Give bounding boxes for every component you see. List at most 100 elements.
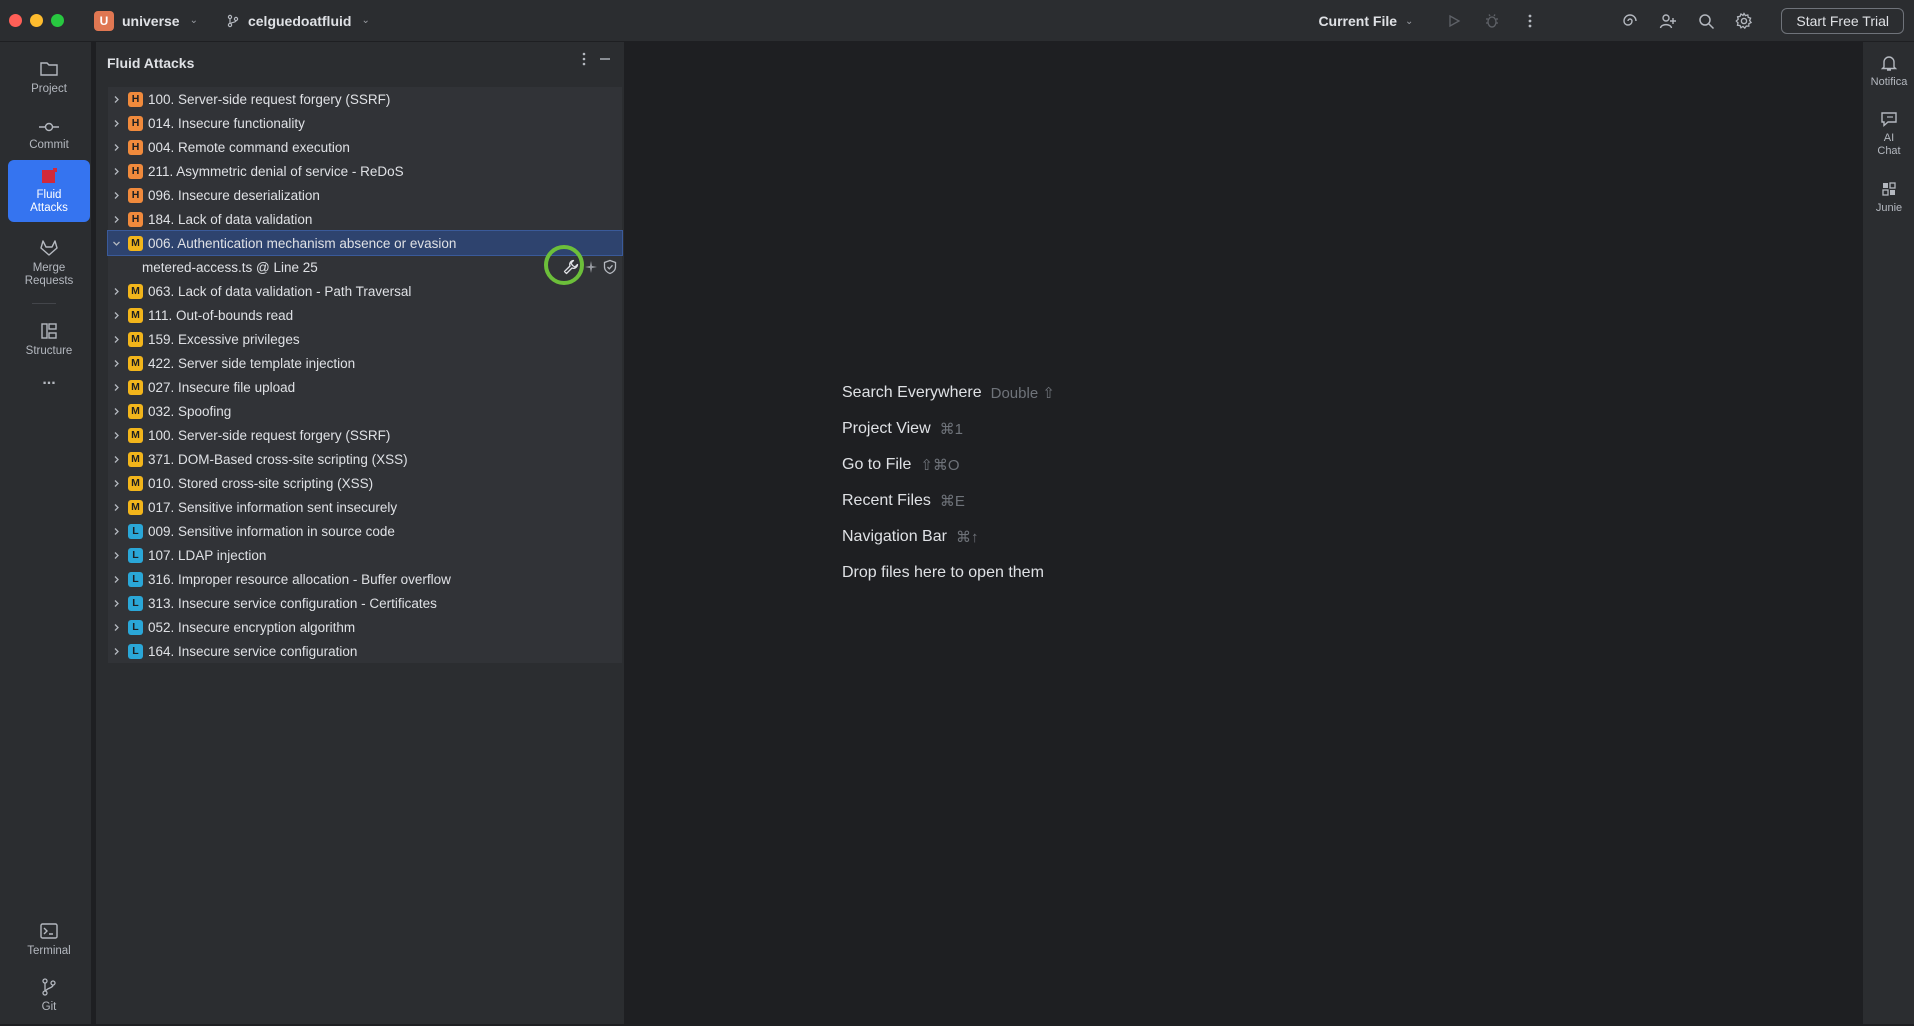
tree-row[interactable]: L 164. Insecure service configuration <box>108 639 622 663</box>
severity-badge: L <box>128 595 143 611</box>
chevron-right-icon[interactable] <box>110 119 122 128</box>
ai-spiral-icon[interactable] <box>1619 10 1641 32</box>
tree-row[interactable]: M 159. Excessive privileges <box>108 327 622 351</box>
severity-badge: M <box>128 403 143 419</box>
tree-row[interactable]: H 014. Insecure functionality <box>108 111 622 135</box>
run-icon[interactable] <box>1443 10 1465 32</box>
start-free-trial-button[interactable]: Start Free Trial <box>1781 8 1904 34</box>
project-tool-button[interactable]: Project <box>8 48 90 108</box>
tree-row[interactable]: H 004. Remote command execution <box>108 135 622 159</box>
tree-row[interactable]: H 184. Lack of data validation <box>108 207 622 231</box>
severity-badge: M <box>128 475 143 491</box>
add-user-icon[interactable] <box>1657 10 1679 32</box>
tree-row[interactable]: M 006. Authentication mechanism absence o… <box>107 230 623 256</box>
terminal-tool-button[interactable]: Terminal <box>8 910 90 970</box>
chevron-right-icon[interactable] <box>110 191 122 200</box>
chevron-right-icon[interactable] <box>110 455 122 464</box>
file-location-label: metered-access.ts @ Line 25 <box>142 259 318 275</box>
chevron-down-icon: ⌄ <box>1405 15 1414 27</box>
chevron-right-icon[interactable] <box>110 143 122 152</box>
structure-tool-button[interactable]: Structure <box>8 310 90 370</box>
merge-requests-tool-button[interactable]: Merge Requests <box>8 232 90 294</box>
severity-badge: M <box>128 283 143 299</box>
severity-badge: H <box>128 211 143 227</box>
severity-badge: M <box>128 331 143 347</box>
chevron-right-icon[interactable] <box>110 575 122 584</box>
chevron-right-icon[interactable] <box>110 311 122 320</box>
vulnerability-label: 422. Server side template injection <box>148 355 356 371</box>
notifications-tool-button[interactable]: Notifica <box>1863 54 1914 89</box>
editor-hint: Go to File ⇧⌘O <box>842 447 1055 483</box>
project-name: universe <box>122 12 180 29</box>
chevron-right-icon[interactable] <box>110 431 122 440</box>
run-configuration-selector[interactable]: Current File ⌄ <box>1318 13 1413 29</box>
close-window-button[interactable] <box>9 14 22 27</box>
minimize-window-button[interactable] <box>30 14 43 27</box>
tree-row[interactable]: L 316. Improper resource allocation - Buf… <box>108 567 622 591</box>
more-vertical-icon[interactable] <box>1519 10 1541 32</box>
ai-chat-tool-button[interactable]: AI Chat <box>1863 110 1914 158</box>
tree-row[interactable]: M 111. Out-of-bounds read <box>108 303 622 327</box>
more-tools-button[interactable]: ... <box>8 364 90 394</box>
chevron-down-icon: ⌄ <box>361 15 370 26</box>
editor-hint: Recent Files ⌘E <box>842 483 1055 519</box>
debug-icon[interactable] <box>1481 10 1503 32</box>
chevron-right-icon[interactable] <box>110 215 122 224</box>
shield-icon[interactable] <box>602 259 618 275</box>
gear-icon[interactable] <box>1733 10 1755 32</box>
vulnerability-label: 017. Sensitive information sent insecure… <box>148 499 398 515</box>
chevron-right-icon[interactable] <box>110 551 122 560</box>
fluid-attacks-panel: Fluid Attacks H 100. Server-side request … <box>96 42 625 1024</box>
tree-row[interactable]: H 096. Insecure deserialization <box>108 183 622 207</box>
tree-row[interactable]: L 009. Sensitive information in source co… <box>108 519 622 543</box>
tree-row[interactable]: H 211. Asymmetric denial of service - ReD… <box>108 159 622 183</box>
chevron-right-icon[interactable] <box>110 623 122 632</box>
chevron-right-icon[interactable] <box>110 479 122 488</box>
project-tool-label: Project <box>31 83 67 95</box>
tree-row[interactable]: M 027. Insecure file upload <box>108 375 622 399</box>
tree-row[interactable]: M 371. DOM-Based cross-site scripting (XS… <box>108 447 622 471</box>
project-selector[interactable]: U universe ⌄ <box>94 10 198 31</box>
vulnerability-label: 032. Spoofing <box>148 403 232 419</box>
chevron-right-icon[interactable] <box>110 359 122 368</box>
chevron-right-icon[interactable] <box>110 407 122 416</box>
chevron-right-icon[interactable] <box>110 599 122 608</box>
git-branch-icon <box>41 978 57 996</box>
chevron-right-icon[interactable] <box>110 95 122 104</box>
search-icon[interactable] <box>1695 10 1717 32</box>
sparkle-icon[interactable] <box>584 260 598 274</box>
chevron-right-icon[interactable] <box>110 287 122 296</box>
chevron-right-icon[interactable] <box>110 383 122 392</box>
chevron-right-icon[interactable] <box>110 167 122 176</box>
hint-label: Drop files here to open them <box>842 564 1044 581</box>
tree-row[interactable]: H 100. Server-side request forgery (SSRF) <box>108 87 622 111</box>
tree-row[interactable]: M 017. Sensitive information sent insecur… <box>108 495 622 519</box>
tree-row[interactable]: M 422. Server side template injection <box>108 351 622 375</box>
junie-tool-button[interactable]: Junie <box>1863 180 1914 215</box>
chevron-right-icon[interactable] <box>110 335 122 344</box>
tree-row[interactable]: M 100. Server-side request forgery (SSRF) <box>108 423 622 447</box>
tree-child-row[interactable]: metered-access.ts @ Line 25 <box>108 245 622 285</box>
chevron-right-icon[interactable] <box>110 647 122 656</box>
commit-tool-button[interactable]: Commit <box>8 106 90 166</box>
git-tool-button[interactable]: Git <box>8 966 90 1026</box>
tree-row[interactable]: L 313. Insecure service configuration - C… <box>108 591 622 615</box>
fluid-attacks-tool-button[interactable]: Fluid Attacks <box>8 160 90 222</box>
chevron-right-icon[interactable] <box>110 527 122 536</box>
tree-row[interactable]: L 107. LDAP injection <box>108 543 622 567</box>
minimize-panel-icon[interactable] <box>598 52 612 66</box>
chevron-right-icon[interactable] <box>110 503 122 512</box>
tree-row[interactable]: M 063. Lack of data validation - Path Tra… <box>108 279 622 303</box>
editor-hint: Search Everywhere Double ⇧ <box>842 375 1055 411</box>
gitlab-icon <box>39 239 59 257</box>
panel-options-icon[interactable] <box>582 52 586 66</box>
tree-row[interactable]: L 052. Insecure encryption algorithm <box>108 615 622 639</box>
zoom-window-button[interactable] <box>51 14 64 27</box>
vulnerability-label: 096. Insecure deserialization <box>148 187 320 203</box>
branch-selector[interactable]: celguedoatfluid ⌄ <box>226 13 370 29</box>
tree-row[interactable]: M 010. Stored cross-site scripting (XSS) <box>108 471 622 495</box>
vulnerability-label: 004. Remote command execution <box>148 139 350 155</box>
structure-icon <box>40 322 58 340</box>
tree-row[interactable]: M 032. Spoofing <box>108 399 622 423</box>
chevron-down-icon[interactable] <box>110 239 122 248</box>
